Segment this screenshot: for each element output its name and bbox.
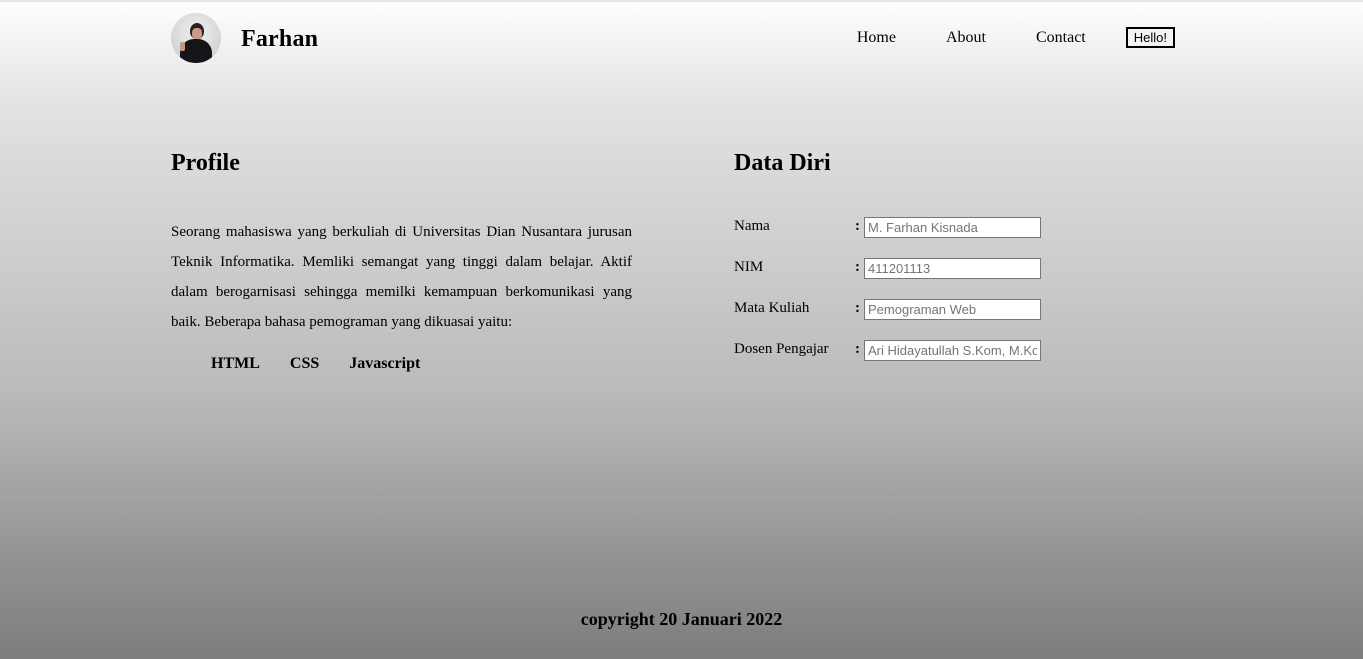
form-row-nim: NIM : — [734, 258, 1054, 280]
skills-list: HTML CSS Javascript — [211, 355, 632, 373]
nim-label: NIM — [734, 259, 764, 275]
data-diri-section: Data Diri Nama : NIM : Mata Kuliah : Dos… — [734, 150, 1054, 361]
dosen-pengajar-label: Dosen Pengajar — [734, 341, 829, 357]
profile-section: Profile Seorang mahasiswa yang berkuliah… — [171, 150, 632, 373]
data-diri-title: Data Diri — [734, 150, 831, 176]
nama-input[interactable] — [864, 217, 1041, 238]
nav-about-link[interactable]: About — [946, 29, 986, 47]
profile-title: Profile — [171, 150, 240, 176]
colon-separator: : — [855, 341, 860, 357]
nav-home-link[interactable]: Home — [857, 29, 896, 47]
mata-kuliah-input[interactable] — [864, 299, 1041, 320]
header: Farhan Home About Contact Hello! — [171, 13, 1175, 63]
form-row-dosen-pengajar: Dosen Pengajar : — [734, 340, 1054, 362]
nim-input[interactable] — [864, 258, 1041, 279]
colon-separator: : — [855, 259, 860, 275]
dosen-pengajar-input[interactable] — [864, 340, 1041, 361]
brand-name: Farhan — [241, 26, 319, 52]
avatar — [171, 13, 221, 63]
skill-css: CSS — [289, 355, 320, 372]
main-nav: Home About Contact Hello! — [857, 27, 1175, 48]
form-row-mata-kuliah: Mata Kuliah : — [734, 299, 1054, 321]
nav-contact-link[interactable]: Contact — [1036, 29, 1086, 47]
mata-kuliah-label: Mata Kuliah — [734, 300, 810, 316]
colon-separator: : — [855, 300, 860, 316]
profile-description: Seorang mahasiswa yang berkuliah di Univ… — [171, 224, 632, 330]
colon-separator: : — [855, 218, 860, 234]
hello-button[interactable]: Hello! — [1125, 27, 1175, 48]
skill-javascript: Javascript — [349, 355, 421, 372]
skill-html: HTML — [211, 355, 260, 372]
nama-label: Nama — [734, 218, 770, 234]
footer-copyright: copyright 20 Januari 2022 — [580, 609, 783, 629]
form-row-nama: Nama : — [734, 217, 1054, 239]
